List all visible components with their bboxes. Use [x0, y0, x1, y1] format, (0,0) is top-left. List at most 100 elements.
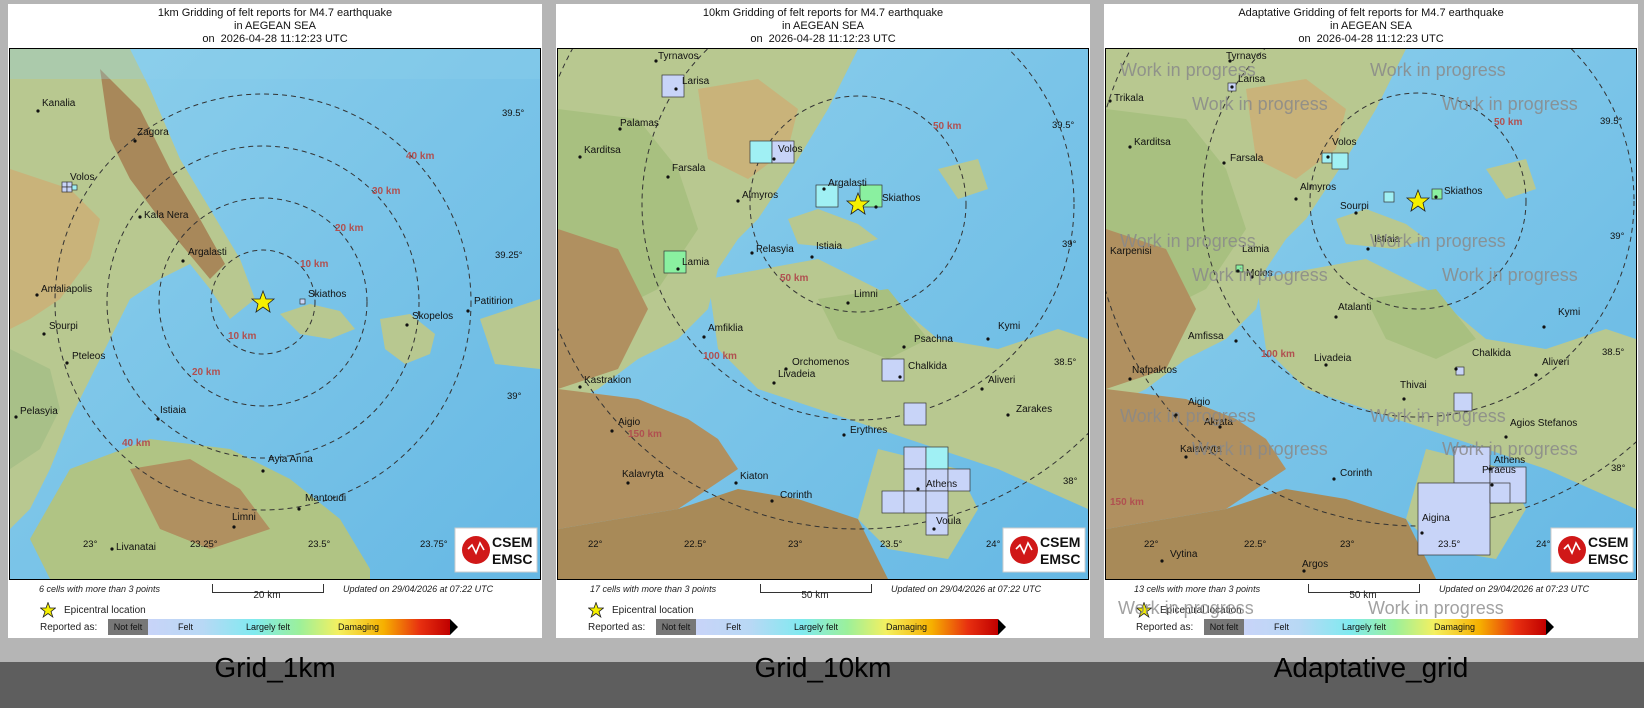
logo-text: EMSC [1040, 551, 1080, 567]
place-label: Zarakes [1016, 404, 1052, 415]
ring-label: 50 km [780, 273, 808, 284]
panel-caption: Grid_10km [754, 652, 892, 683]
scale-largely-felt: Largely felt [1342, 622, 1387, 632]
place-label: Sourpi [1340, 201, 1369, 212]
place-label: Istiaia [816, 241, 843, 252]
grid-cell[interactable] [903, 468, 927, 492]
scale-damaging: Damaging [1434, 622, 1476, 632]
grid-cell[interactable] [903, 402, 927, 426]
place-label: Kanalia [42, 98, 76, 109]
lon-label: 22° [1144, 539, 1159, 550]
map-panel: 10km Gridding of felt reports for M4.7 e… [556, 4, 1090, 638]
lon-label: 23° [788, 539, 803, 550]
scale-largely-felt: Largely felt [794, 622, 839, 632]
grid-cell[interactable] [71, 184, 78, 191]
watermark-text: Work in progress [1442, 94, 1578, 114]
grid-cell[interactable] [925, 446, 949, 470]
place-label: Aliveri [1542, 357, 1569, 368]
ring-label: 40 km [406, 151, 434, 162]
csem-emsc-logo: CSEM EMSC [454, 527, 538, 573]
place-label: Chalkida [1472, 348, 1511, 359]
place-label: Skiathos [308, 289, 346, 300]
scale-label: 20 km [253, 590, 281, 601]
grid-cell[interactable] [903, 490, 927, 514]
lon-label: 22.5° [684, 539, 706, 550]
csem-emsc-logo: CSEM EMSC [1550, 527, 1634, 573]
logo-text: EMSC [492, 551, 532, 567]
grid-cell[interactable] [925, 490, 949, 514]
place-label: Amaliapolis [41, 284, 92, 295]
star-icon [40, 602, 56, 618]
panel-caption: Adaptative_grid [1273, 652, 1469, 683]
lon-label: 23.5° [880, 539, 902, 550]
grid-cell[interactable] [1331, 152, 1349, 170]
scale-arrow-icon [1546, 619, 1554, 635]
place-label: Karditsa [1134, 137, 1171, 148]
grid-cell[interactable] [61, 186, 68, 193]
place-label: Voula [936, 516, 961, 527]
legend-epicenter: Epicentral location [40, 602, 146, 618]
legend-label: Epicentral location [612, 604, 694, 616]
intensity-scale: Not felt Felt Largely felt Damaging [1204, 619, 1554, 635]
place-label: Argalasti [188, 247, 227, 258]
watermark-text: Work in progress [1192, 439, 1328, 459]
map-title: 1km Gridding of felt reports for M4.7 ea… [8, 7, 542, 46]
grid-cell[interactable] [66, 186, 73, 193]
place-label: Kastrakion [584, 375, 631, 386]
lon-label: 23.5° [308, 539, 330, 550]
logo-text: EMSC [1588, 551, 1628, 567]
ring-label: 100 km [703, 351, 737, 362]
lon-label: 23.75° [420, 539, 448, 550]
ring-label: 20 km [335, 223, 363, 234]
watermark-text: Work in progress [1192, 265, 1328, 285]
place-label: Volos [70, 172, 94, 183]
ring-label: 10 km [300, 259, 328, 270]
place-label: Trikala [1114, 93, 1144, 104]
grid-cell[interactable] [881, 490, 905, 514]
place-label: Volos [778, 144, 802, 155]
map-panel: Adaptative Gridding of felt reports for … [1104, 4, 1638, 638]
place-label: Kala Nera [144, 210, 189, 221]
title-line: on 2026-04-28 11:12:23 UTC [202, 33, 348, 45]
place-label: Thivai [1400, 380, 1427, 391]
lon-label: 22° [588, 539, 603, 550]
lat-label: 39° [507, 391, 522, 402]
grid-cell[interactable] [61, 181, 68, 188]
place-label: Athens [926, 479, 957, 490]
place-label: Corinth [780, 490, 812, 501]
place-label: Atalanti [1338, 302, 1371, 313]
panel-grid-1km: 1km Gridding of felt reports for M4.7 ea… [0, 0, 548, 683]
place-label: Kiaton [740, 471, 768, 482]
lon-label: 23° [83, 539, 98, 550]
reported-as-label: Reported as: [40, 622, 98, 633]
panel-grid-10km: 10km Gridding of felt reports for M4.7 e… [548, 0, 1096, 683]
ring-label: 50 km [1494, 117, 1522, 128]
updated-note: Updated on 29/04/2026 at 07:22 UTC [343, 584, 494, 594]
watermark-text: Work in progress [1120, 60, 1256, 80]
place-label: Aigina [1422, 513, 1450, 524]
place-label: Skiathos [882, 193, 920, 204]
place-label: Argos [1302, 559, 1328, 570]
grid-cell[interactable] [661, 74, 685, 98]
place-label: Agios Stefanos [1510, 418, 1577, 429]
watermark-text: Work in progress [1120, 406, 1256, 426]
place-label: Almyros [1300, 182, 1336, 193]
updated-note: Updated on 29/04/2026 at 07:23 UTC [1439, 584, 1590, 594]
map-canvas[interactable]: 50 km 50 km 100 km 150 km Tyrnavos Laris… [557, 48, 1089, 580]
watermark-text: Work in progress [1442, 439, 1578, 459]
place-label: Kymi [998, 321, 1020, 332]
lon-label: 24° [1536, 539, 1551, 550]
grid-cell[interactable] [1383, 191, 1395, 203]
map-canvas[interactable]: 50 km 100 km 150 km Tyrnavos Larisa Trik… [1105, 48, 1637, 580]
map-canvas[interactable]: 10 km 10 km 20 km 20 km 30 km 40 km 40 k… [9, 48, 541, 580]
grid-cell[interactable] [903, 446, 927, 470]
place-label: Nafpaktos [1132, 365, 1177, 376]
ring-label: 30 km [372, 186, 400, 197]
grid-cell[interactable] [749, 140, 773, 164]
intensity-scale: Not felt Felt Largely felt Damaging [656, 619, 1006, 635]
title-line: in AEGEAN SEA [782, 20, 864, 32]
place-label: Amfiklia [708, 323, 743, 334]
place-label: Livadeia [1314, 353, 1352, 364]
grid-cell[interactable] [299, 298, 306, 305]
reported-as-label: Reported as: [588, 622, 646, 633]
